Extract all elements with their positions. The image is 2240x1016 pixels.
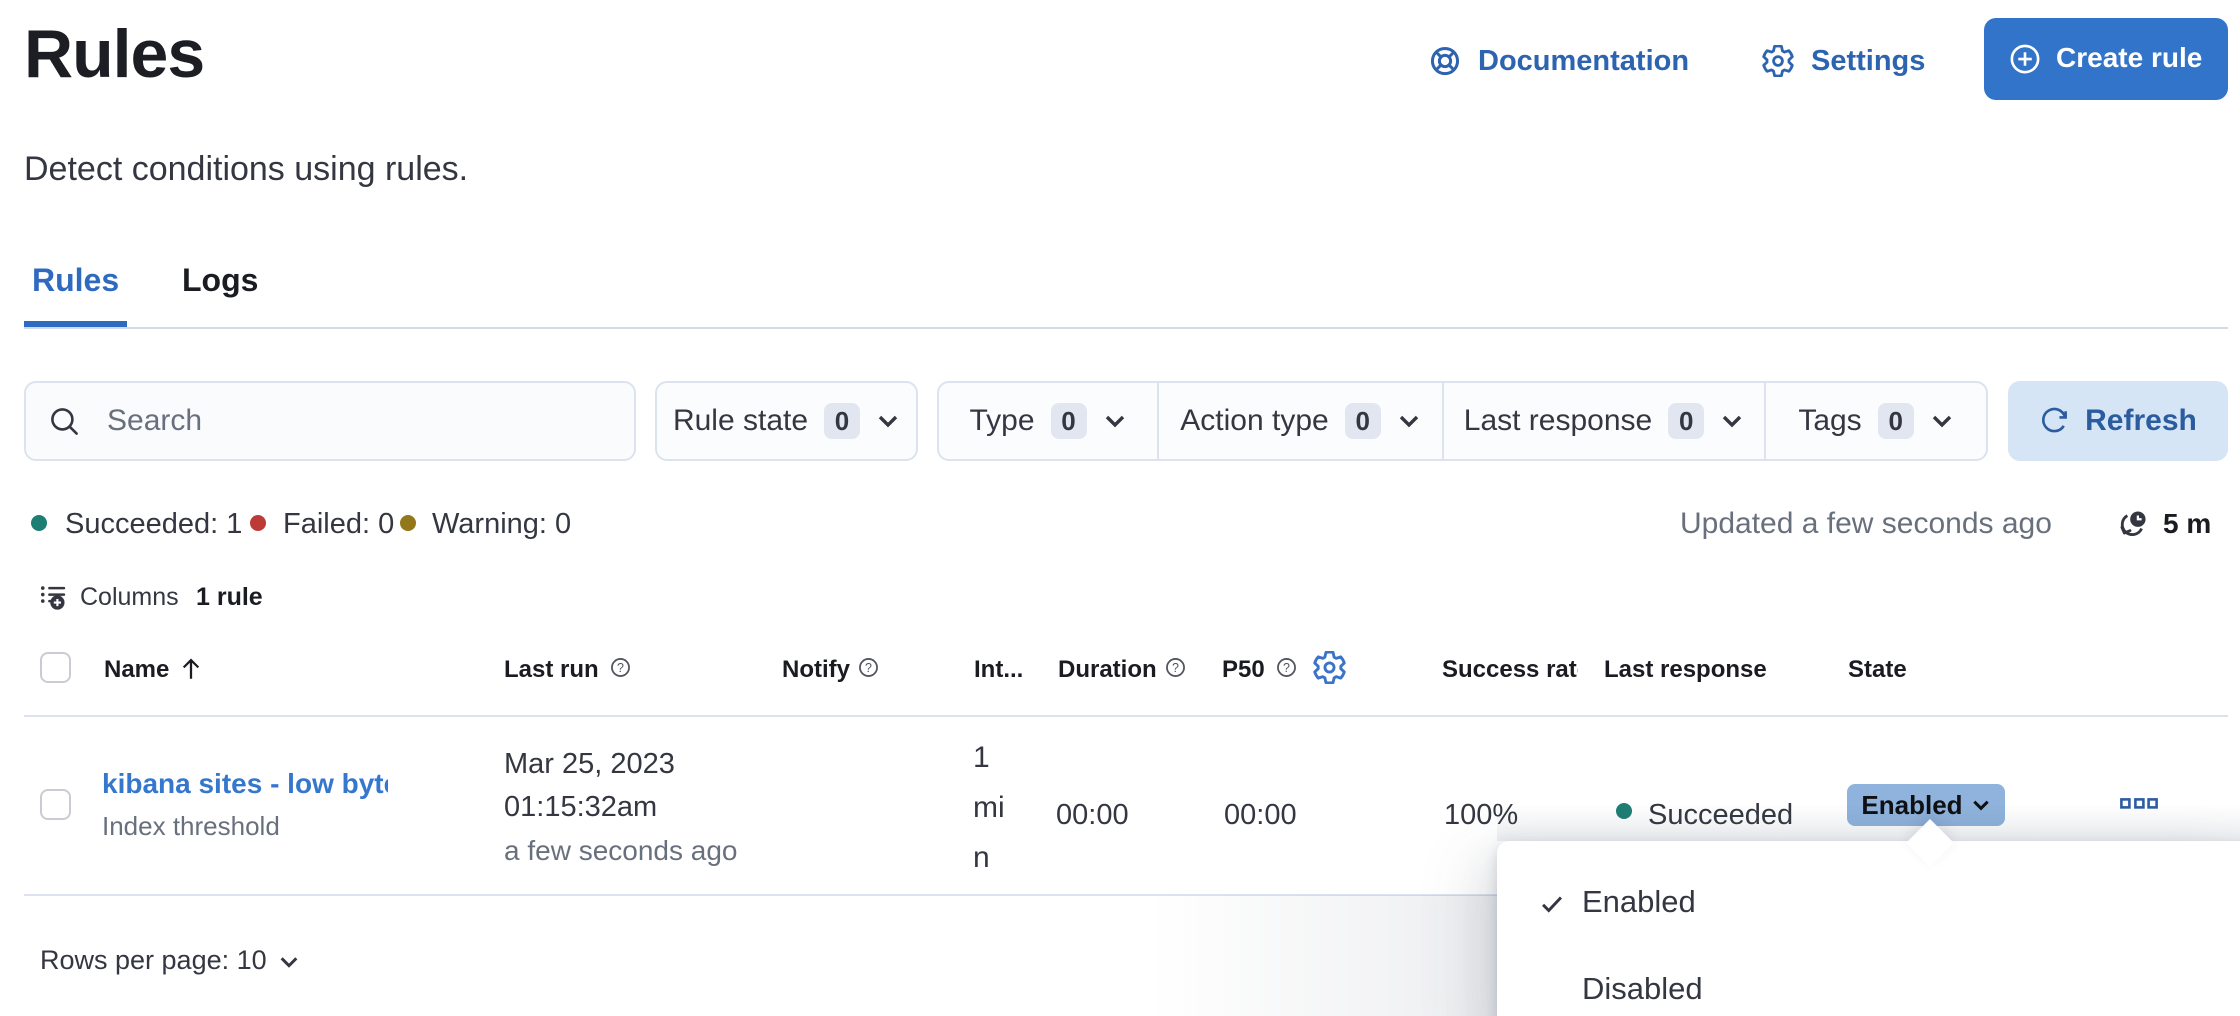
svg-text:?: ? — [617, 661, 624, 675]
svg-text:?: ? — [1172, 661, 1179, 675]
svg-text:?: ? — [865, 661, 872, 675]
svg-text:?: ? — [1283, 661, 1290, 675]
